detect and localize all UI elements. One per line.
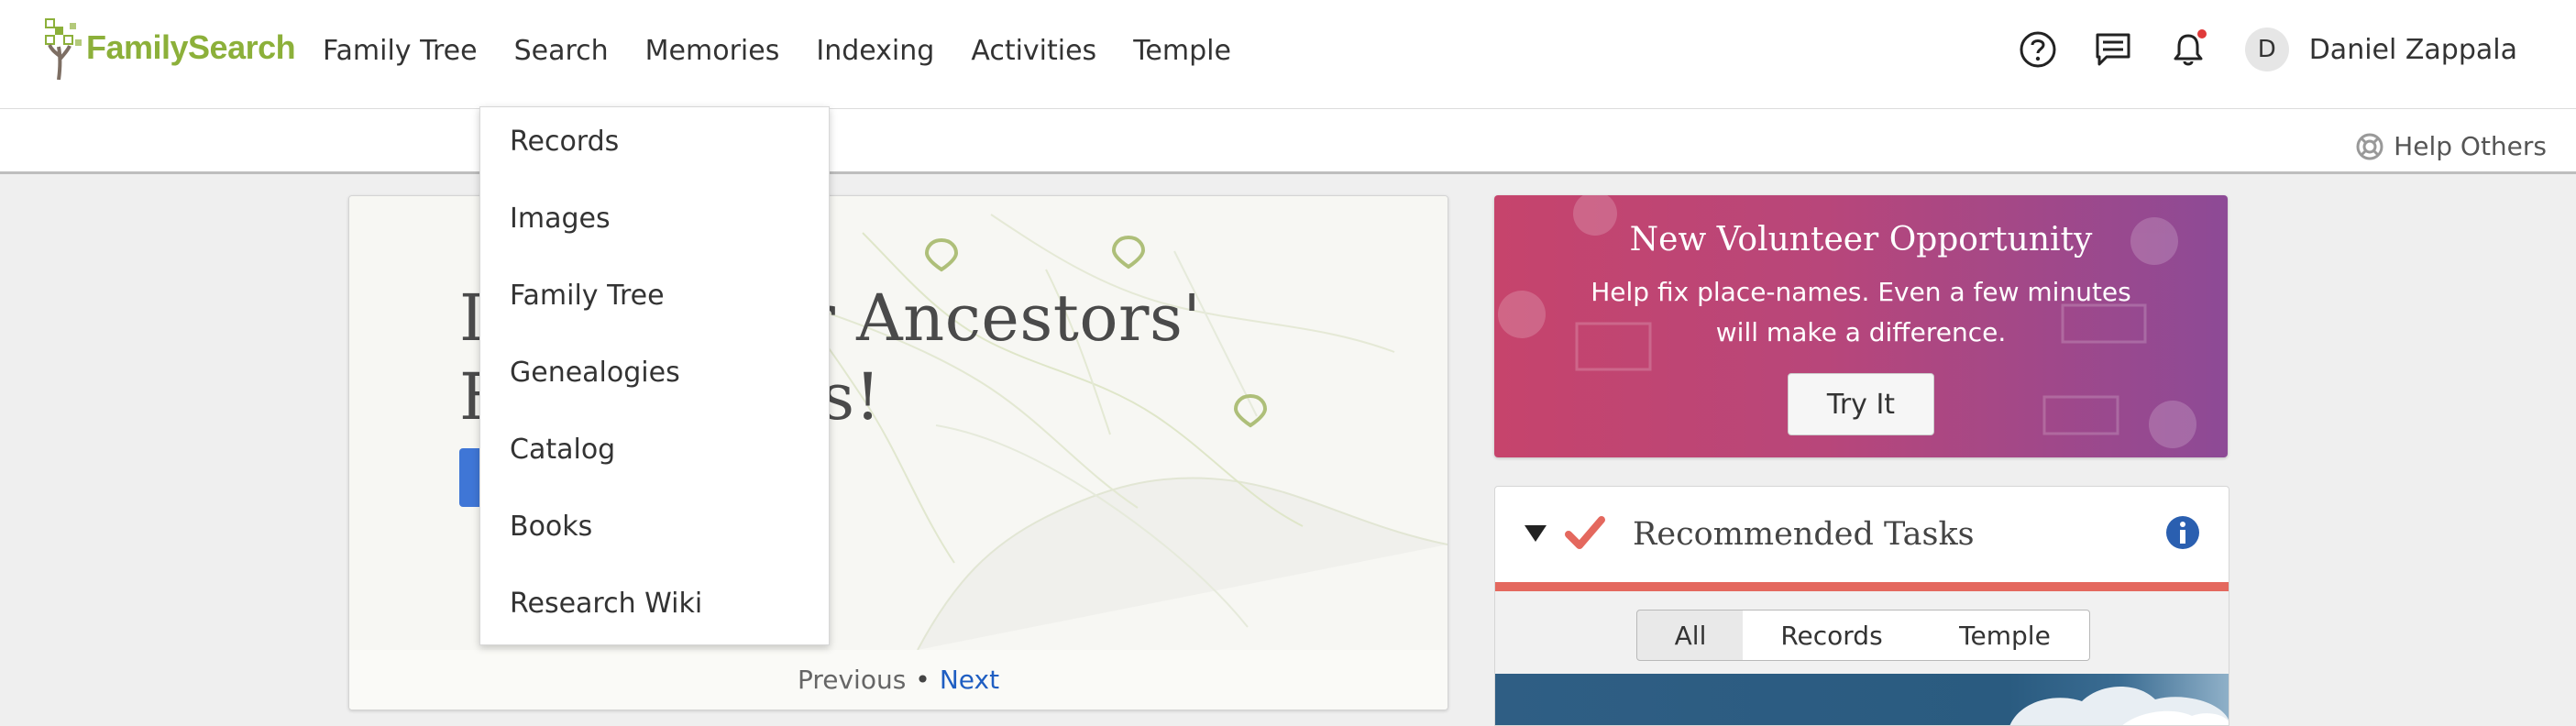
nav-memories[interactable]: Memories <box>645 35 780 67</box>
nav-family-tree[interactable]: Family Tree <box>323 35 478 67</box>
collapse-triangle-icon[interactable] <box>1523 523 1548 544</box>
tab-temple[interactable]: Temple <box>1921 610 2090 661</box>
menu-item-family-tree[interactable]: Family Tree <box>510 280 665 312</box>
previous-link[interactable]: Previous <box>798 665 906 695</box>
tasks-accent-bar <box>1495 582 2229 591</box>
volunteer-title: New Volunteer Opportunity <box>1629 221 2093 258</box>
notification-dot <box>2196 29 2207 38</box>
task-image <box>1495 674 2229 725</box>
menu-item-records[interactable]: Records <box>510 126 619 158</box>
cloud-icon <box>2009 687 2229 725</box>
pagination-separator: • <box>915 665 930 695</box>
help-others-label: Help Others <box>2394 131 2547 161</box>
menu-item-images[interactable]: Images <box>510 203 611 235</box>
nav-activities[interactable]: Activities <box>971 35 1096 67</box>
tasks-title: Recommended Tasks <box>1633 516 1975 553</box>
main-nav: Family Tree Search Memories Indexing Act… <box>323 35 1268 67</box>
info-circle-icon[interactable] <box>2164 514 2201 551</box>
familysearch-logo[interactable]: FamilySearch <box>42 15 296 81</box>
secondary-bar: Help Others <box>0 109 2576 174</box>
logo-text: FamilySearch <box>86 28 296 66</box>
tab-records[interactable]: Records <box>1743 610 1921 661</box>
user-name[interactable]: Daniel Zappala <box>2309 34 2517 66</box>
tab-all[interactable]: All <box>1636 610 1745 661</box>
menu-item-genealogies[interactable]: Genealogies <box>510 357 680 389</box>
carousel-pagination: Previous • Next <box>349 650 1448 710</box>
checkmark-icon <box>1565 516 1605 549</box>
avatar[interactable]: D <box>2244 28 2289 72</box>
nav-temple[interactable]: Temple <box>1133 35 1231 67</box>
menu-item-books[interactable]: Books <box>510 511 592 543</box>
menu-item-research-wiki[interactable]: Research Wiki <box>510 588 702 620</box>
tree-logo-icon <box>45 18 82 80</box>
bell-icon[interactable] <box>2166 28 2210 72</box>
volunteer-description: Help fix place-names. Even a few minutes… <box>1591 277 2131 347</box>
recommended-tasks-card: Recommended Tasks All Records Temple <box>1494 486 2229 726</box>
help-others-link[interactable]: Help Others <box>2355 131 2547 161</box>
tasks-header[interactable]: Recommended Tasks <box>1495 487 2229 578</box>
menu-item-catalog[interactable]: Catalog <box>510 434 615 466</box>
next-link[interactable]: Next <box>940 665 999 695</box>
nav-search[interactable]: Search <box>514 35 609 67</box>
question-circle-icon[interactable] <box>2016 28 2060 72</box>
top-header: FamilySearch Family Tree Search Memories… <box>0 0 2576 109</box>
try-it-button[interactable]: Try It <box>1788 373 1934 435</box>
volunteer-opportunity-card: New Volunteer Opportunity Help fix place… <box>1494 195 2228 457</box>
search-dropdown-menu: Records Images Family Tree Genealogies C… <box>479 106 830 645</box>
hero-title-line2-end: s! <box>821 359 882 434</box>
chat-icon[interactable] <box>2091 28 2135 72</box>
header-tools: D Daniel Zappala <box>1985 28 2517 72</box>
lifebuoy-icon <box>2356 133 2383 160</box>
nav-indexing[interactable]: Indexing <box>816 35 934 67</box>
